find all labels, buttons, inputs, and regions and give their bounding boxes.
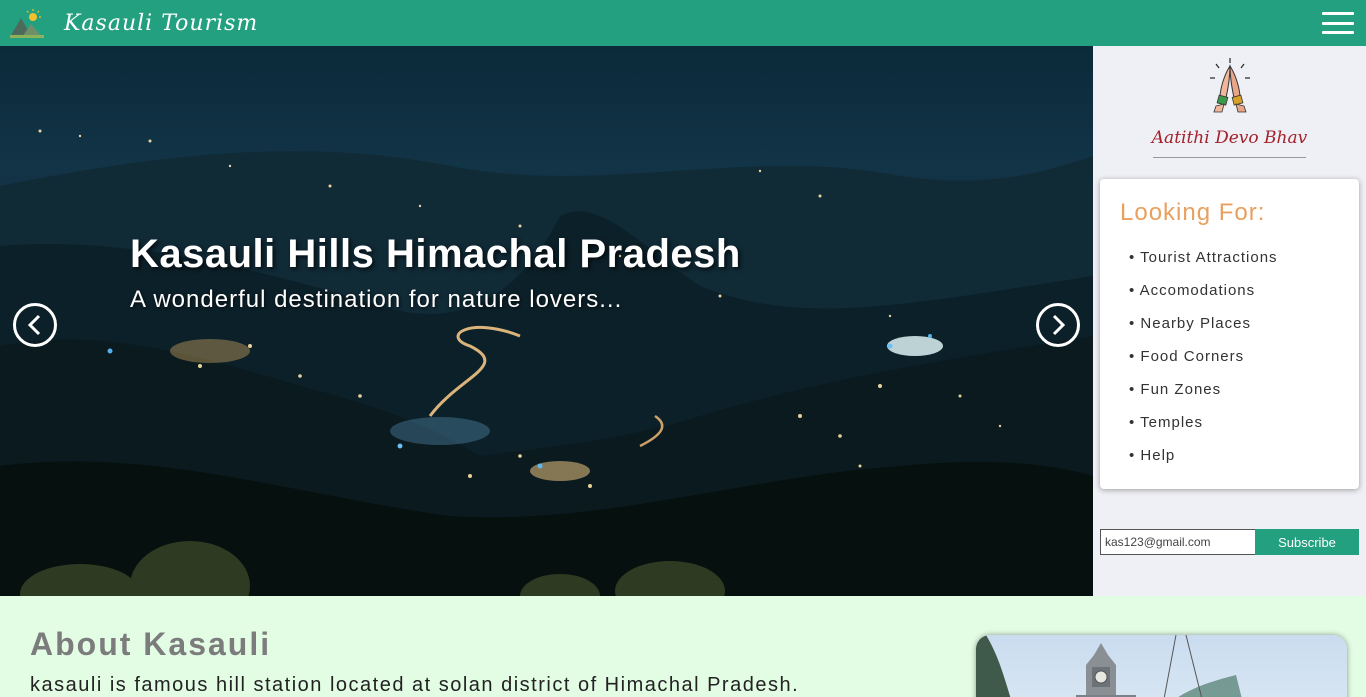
email-field[interactable] xyxy=(1100,529,1255,555)
link-accomodations[interactable]: Accomodations xyxy=(1129,282,1278,315)
top-navbar: Kasauli Tourism xyxy=(0,0,1366,46)
hero-title: Kasauli Hills Himachal Pradesh xyxy=(130,232,741,276)
mountain-sun-icon[interactable] xyxy=(10,8,44,38)
greeting-text: Aatithi Devo Bhav xyxy=(1151,128,1308,148)
looking-for-card: Looking For: Tourist Attractions Accomod… xyxy=(1100,179,1359,489)
hero-night-landscape xyxy=(0,129,1093,596)
hero-subtitle: A wonderful destination for nature lover… xyxy=(130,286,623,313)
subscribe-button[interactable]: Subscribe xyxy=(1255,529,1359,555)
link-fun-zones[interactable]: Fun Zones xyxy=(1129,381,1278,414)
link-temples[interactable]: Temples xyxy=(1129,414,1278,447)
link-tourist-attractions[interactable]: Tourist Attractions xyxy=(1129,249,1278,282)
card-title: Looking For: xyxy=(1120,199,1266,226)
looking-for-list: Tourist Attractions Accomodations Nearby… xyxy=(1129,249,1278,480)
link-nearby-places[interactable]: Nearby Places xyxy=(1129,315,1278,348)
greeting-divider xyxy=(1153,157,1306,158)
about-title: About Kasauli xyxy=(30,626,272,662)
about-section: About Kasauli kasauli is famous hill sta… xyxy=(0,596,1366,697)
link-help[interactable]: Help xyxy=(1129,447,1278,480)
chevron-left-icon[interactable] xyxy=(13,303,57,347)
about-text: kasauli is famous hill station located a… xyxy=(30,674,800,696)
link-food-corners[interactable]: Food Corners xyxy=(1129,348,1278,381)
chevron-right-icon[interactable] xyxy=(1036,303,1080,347)
hero-slider: Kasauli Hills Himachal Pradesh A wonderf… xyxy=(0,46,1093,596)
hamburger-menu-icon[interactable] xyxy=(1322,12,1354,34)
namaste-hands-icon xyxy=(1208,58,1252,114)
subscribe-form: Subscribe xyxy=(1100,529,1359,555)
clock-tower-image xyxy=(976,635,1347,697)
site-brand[interactable]: Kasauli Tourism xyxy=(64,11,258,36)
sidebar: Aatithi Devo Bhav Looking For: Tourist A… xyxy=(1093,46,1366,596)
